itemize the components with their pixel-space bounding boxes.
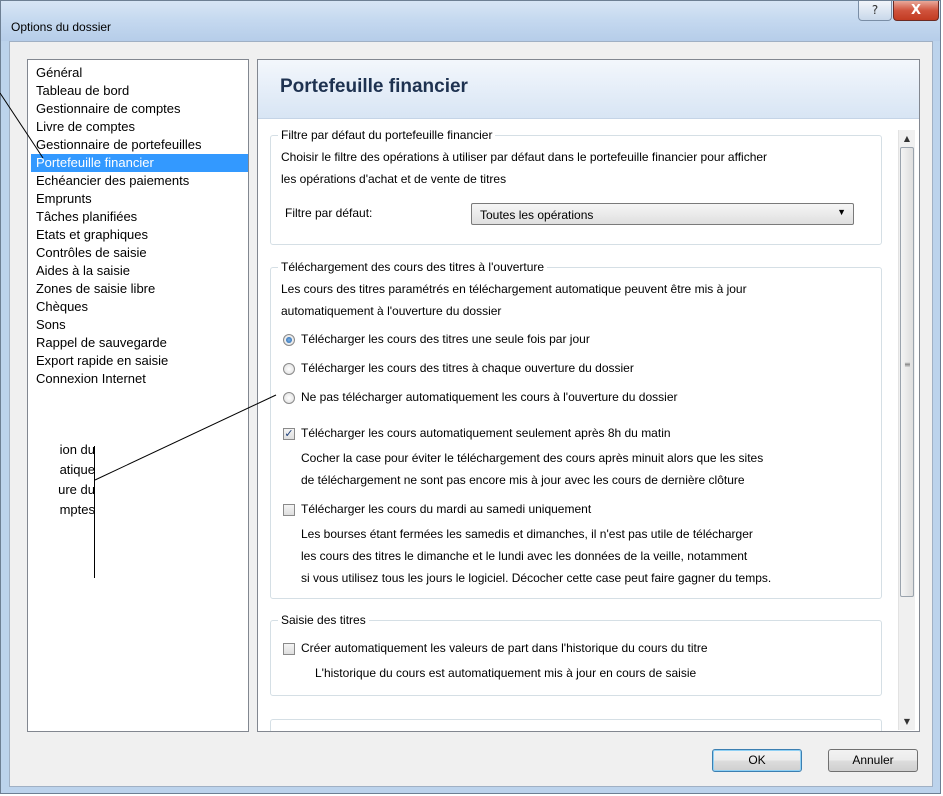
leader-line-sidebar (0, 92, 44, 159)
annotation-leader-lines (0, 92, 277, 481)
leader-line-radio (94, 394, 277, 481)
